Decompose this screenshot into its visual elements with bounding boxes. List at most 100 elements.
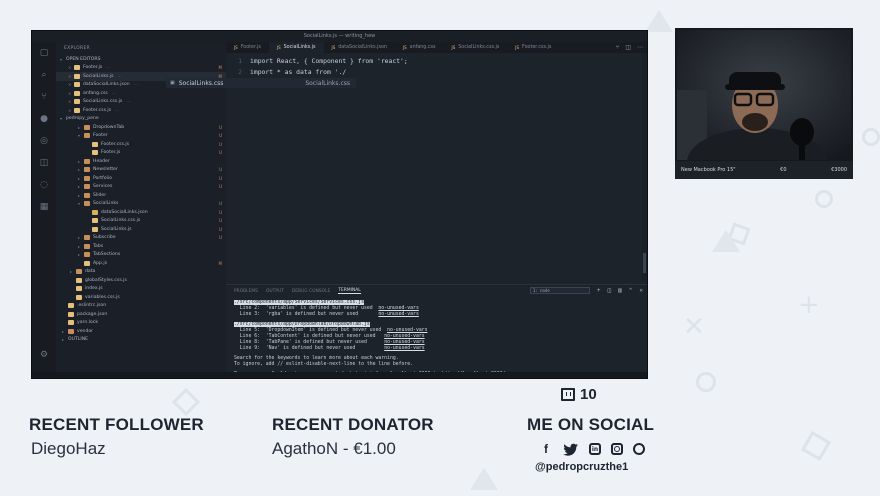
extensions-icon[interactable]: ◫ [32,152,56,174]
tree-item[interactable]: App.js M [56,259,226,268]
lint-rule-link[interactable]: no-unused-vars [384,340,424,345]
file-icon [74,107,80,113]
file-icon: JS [331,45,336,50]
tree-item[interactable]: ▸ Portfolio U [56,174,226,183]
lint-rule-link[interactable]: no-unused-vars [384,346,424,351]
search-icon[interactable]: ⌕ [32,64,56,86]
tree-item[interactable]: variables.css.js [56,293,226,302]
dribbble-icon[interactable] [633,443,645,455]
open-editor-item[interactable]: ✕ SocialLinks.css.js... [56,98,226,107]
split-terminal-icon[interactable]: ◫ [608,287,612,294]
open-editor-label: SocialLinks.css.js [83,99,123,105]
code-text: import * as data from './ [250,68,347,76]
autocomplete-suggestion[interactable]: ▣ SocialLinks.css SocialLinks.css [166,78,356,88]
tree-item[interactable]: package.json [56,310,226,319]
open-editor-item[interactable]: ✕ anfang.css... [56,89,226,98]
git-icon[interactable]: ◌ [32,174,56,196]
file-icon [92,218,98,224]
editor-tab-label: Footer.js [240,45,261,50]
tree-item[interactable]: yarn.lock [56,319,226,328]
editor-tab[interactable]: JS anfang.css [395,42,444,53]
lint-rule-link[interactable]: no-unused-vars [378,312,418,317]
file-icon [68,311,74,317]
close-icon[interactable]: ✕ [639,287,643,294]
folder-icon [84,124,90,130]
tree-item[interactable]: ▾ SocialLinks U [56,200,226,209]
source-control-icon[interactable]: ⑂ [32,86,56,108]
file-icon [92,141,98,147]
tree-item[interactable]: ▸ Services U [56,183,226,192]
lint-rule-link[interactable]: no-unused-vars [384,334,424,339]
tree-item[interactable]: Footer.js U [56,149,226,158]
tree-item[interactable]: index.js [56,285,226,294]
editor-tab[interactable]: JS Footer.css.js [507,42,559,53]
open-editor-label: dataSocialLinks.json [83,82,130,88]
bg-triangle-shape [712,230,740,252]
trash-icon[interactable]: ▥ [618,287,622,294]
lint-rule-link[interactable]: no-unused-vars [378,306,418,311]
settings-gear-icon[interactable]: ⚙ [32,344,56,366]
panel-tab[interactable]: PROBLEMS [234,289,258,294]
tree-item-label: Subscribe [93,235,116,241]
facebook-icon[interactable]: f [539,442,553,456]
tree-item[interactable]: ▸ Slider [56,191,226,200]
project-root[interactable]: ▾ pedropy_pene [56,115,226,124]
file-tree: ▸ DropdownTab U ▾ Footer U Footer.css.js U Foote… [56,123,226,344]
social-icons: f in [539,442,645,456]
tree-item[interactable]: ▸ vendor [56,327,226,336]
remote-icon[interactable]: ◎ [32,130,56,152]
tree-item[interactable]: globalStyles.css.js [56,276,226,285]
open-editor-item[interactable]: ✕ Footer.css.js... [56,106,226,115]
editor-tab[interactable]: JS Footer.js [226,42,269,53]
tree-item[interactable]: ▸ data [56,268,226,277]
tree-item[interactable]: ▸ Header [56,157,226,166]
tree-item[interactable]: ▸ Subscribe U [56,234,226,243]
tree-item[interactable]: dataSocialLinks.json U [56,208,226,217]
modified-badge: U [219,150,222,156]
tree-item[interactable]: ▸ TabSections [56,251,226,260]
terminal-output[interactable]: ./src/components/app/Services/Services.c… [226,297,647,378]
terminal-select[interactable]: 1: node [529,287,590,294]
bg-triangle-shape [470,468,498,490]
twitter-icon[interactable] [563,443,579,456]
tree-item[interactable]: ▸ Tabs [56,242,226,251]
tree-item-label: Footer [93,133,108,139]
docker-icon[interactable]: ▦ [32,196,56,218]
editor-tab[interactable]: JS dataSocialLinks.json [324,42,395,53]
open-editors-section[interactable]: ▾ OPEN EDITORS [56,55,226,64]
split-editor-icon[interactable]: ◫ [625,44,631,51]
debug-icon[interactable]: ● [32,108,56,130]
open-editor-label: Footer.js [83,65,103,71]
more-actions-icon[interactable]: ⋯ [637,44,643,51]
tree-item[interactable]: ▸ DropdownTab U [56,123,226,132]
tree-item[interactable]: .eslintrc.json [56,302,226,311]
tree-item[interactable]: SocialLinks.js U [56,225,226,234]
bg-cross-shape: + [798,290,820,320]
lint-rule-link[interactable]: no-unused-vars [387,328,427,333]
linkedin-icon[interactable]: in [589,443,601,455]
goal-product: New Macbook Pro 15" [681,167,736,173]
source-control-icon[interactable]: ⑂ [616,44,620,51]
modified-badge: U [219,184,222,190]
chevron-up-icon[interactable]: ⌃ [629,287,633,294]
editor-scrollbar[interactable] [642,53,647,280]
files-icon[interactable]: ▢ [32,42,56,64]
editor-tab[interactable]: JS SocialLinks.js [268,42,324,53]
instagram-icon[interactable] [611,443,623,455]
editor-tab[interactable]: JS SocialLinks.css.js [444,42,508,53]
tree-item[interactable]: ▸ Newsletter U [56,166,226,175]
add-terminal-icon[interactable]: + [597,287,601,294]
tree-item[interactable]: SocialLinks.css.js U [56,217,226,226]
panel-tab[interactable]: OUTPUT [266,289,284,294]
open-editor-item[interactable]: ✕ Footer.js... M [56,64,226,73]
viewer-count-value: 10 [580,386,597,403]
open-editor-path: ... [115,107,120,113]
panel-tab[interactable]: TERMINAL [338,288,361,294]
tree-item[interactable]: ▾ Footer U [56,132,226,141]
suggestion-detail: SocialLinks.css [305,79,350,87]
outline-section[interactable]: ▸ OUTLINE [56,336,226,345]
scrollbar-thumb[interactable] [643,253,646,273]
panel-tab[interactable]: DEBUG CONSOLE [292,289,330,294]
tree-item[interactable]: Footer.css.js U [56,140,226,149]
file-icon [76,277,82,283]
